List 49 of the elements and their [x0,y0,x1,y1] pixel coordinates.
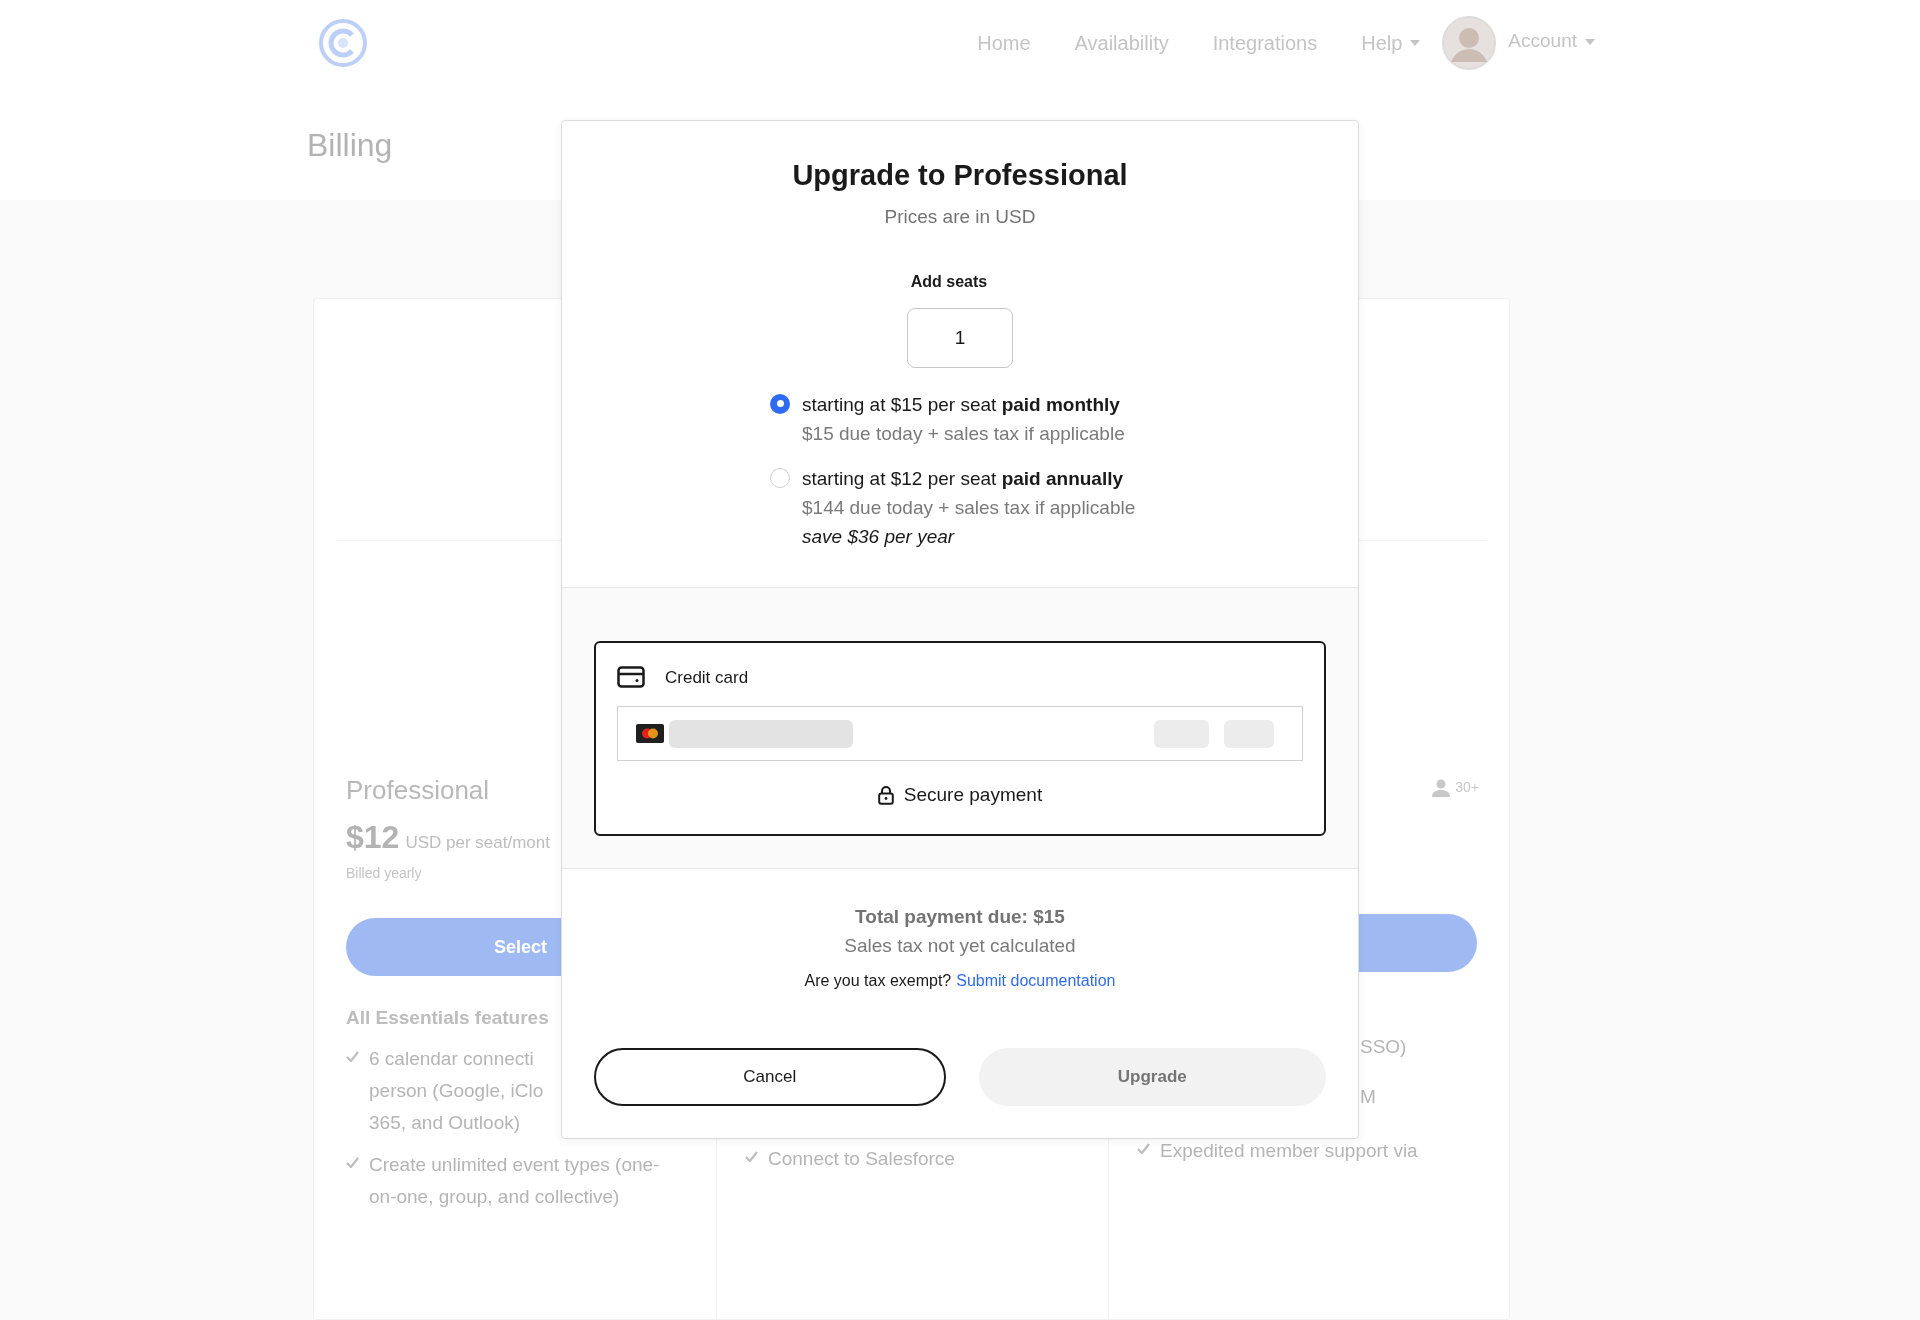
feature-text: Expedited member support via [1160,1139,1418,1163]
total-due: Total payment due: $15 [855,904,1065,929]
feature-text: 6 calendar connecti person (Google, iClo 365, and Outlook) [369,1046,544,1135]
due-today-text: $15 due today + sales tax if applicable [802,421,1125,446]
logo-icon [318,17,368,68]
caret-icon [1585,38,1595,45]
avatar-icon[interactable] [1442,15,1497,70]
radio-button[interactable] [770,393,790,414]
savings-note: save $36 per year [802,524,956,549]
feature-text: SSO) [1360,1036,1407,1057]
check-icon [346,1156,359,1168]
select-button[interactable] [1357,914,1477,972]
dialog-subtitle: Prices are in USD [884,205,1036,229]
nav-link[interactable]: Help [1361,27,1421,58]
dialog-title: Upgrade to Professional [792,158,1128,193]
plan-option-label: starting at $12 per seat paid annually [802,466,1125,491]
secure-payment-text: Secure payment [903,783,1043,807]
person-icon [1432,778,1451,797]
plan-price: $12 [346,818,400,857]
feature-text: M [1360,1086,1376,1107]
card-field[interactable] [617,706,1303,761]
nav-link[interactable]: Integrations [1212,27,1318,58]
radio-button[interactable] [770,467,790,488]
submit-documentation-link[interactable]: Submit documentation [956,968,1116,993]
caret-icon [1410,39,1421,46]
tax-exempt-question: Are you tax exempt? [804,970,952,991]
price-unit: USD per seat/mont [405,832,550,854]
card-brand-icon [636,724,664,743]
cancel-button[interactable]: Cancel [594,1047,946,1106]
payment-method-label: Credit card [665,666,749,689]
check-icon [1137,1143,1150,1154]
seats-label: Add seats [910,271,988,292]
feature-text: Create unlimited event types (one- on-one, group, and collective) [369,1152,660,1209]
page-title: Billing [307,127,393,163]
features-heading: All Essentials features [346,1006,550,1030]
plan-name: Professional [346,774,491,807]
nav-link[interactable]: Home [977,27,1031,58]
check-icon [346,1050,359,1062]
billing-note: Billed yearly [346,864,423,883]
lock-icon [877,785,894,805]
nav-link[interactable]: Availability [1074,27,1169,58]
credit-card-icon [617,666,645,689]
tax-note: Sales tax not yet calculated [844,933,1076,958]
check-icon [745,1151,758,1162]
due-today-text: $144 due today + sales tax if applicable [802,495,1136,520]
seats-field[interactable]: 1 [907,307,1013,368]
account-menu[interactable]: Account [1508,27,1595,56]
plan-option-label: starting at $15 per seat paid monthly [802,392,1121,417]
feature-text: Connect to Salesforce [768,1147,955,1171]
